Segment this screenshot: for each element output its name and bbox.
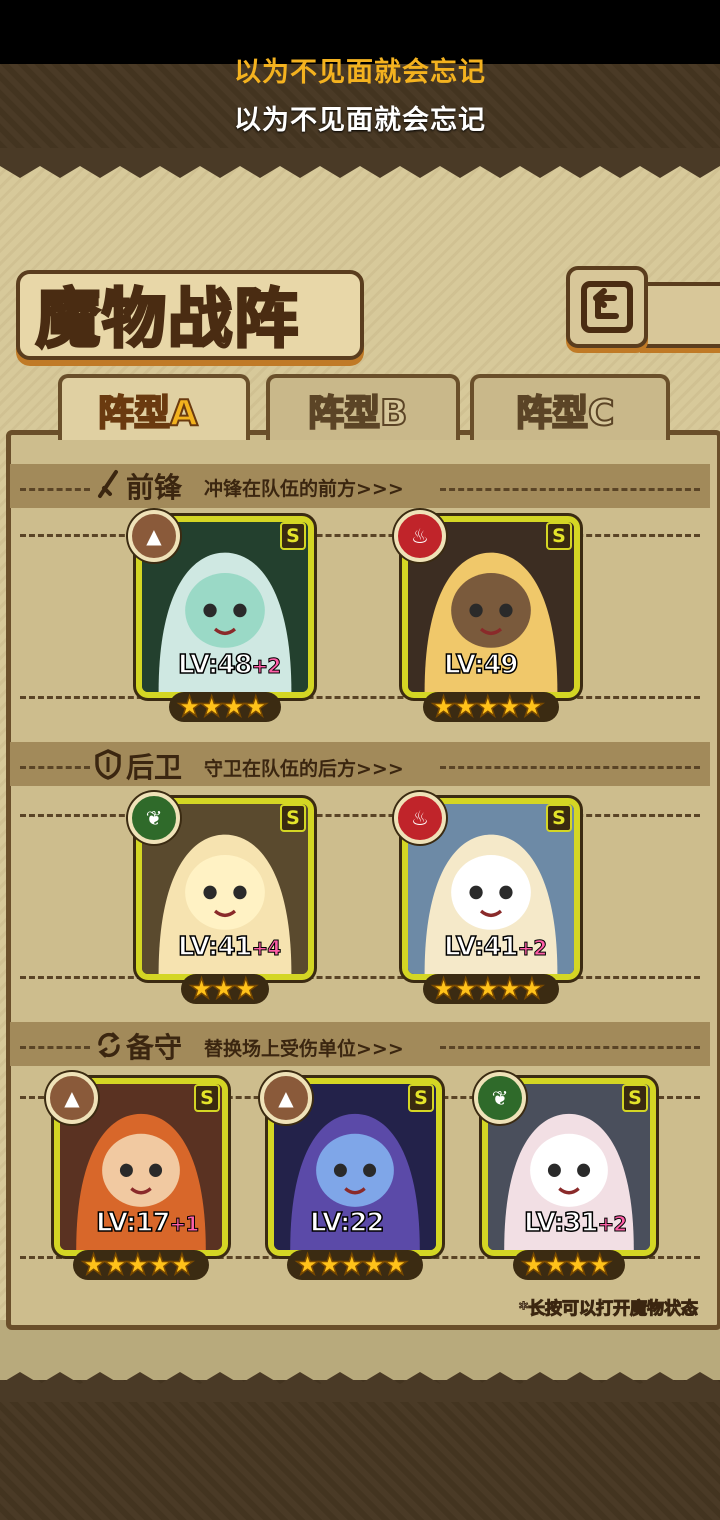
earth-element-icon: ▲ <box>128 510 180 562</box>
divider <box>20 1046 90 1049</box>
reserve-subtitle: 替换场上受伤单位>>> <box>204 1038 404 1060</box>
reserve-title: 备守 <box>126 1031 183 1064</box>
monster-level: LV:48+2 <box>177 649 282 681</box>
rarity-badge: S <box>280 804 306 832</box>
tab-c-label: 阵型C <box>515 392 615 435</box>
swap-icon <box>98 1032 120 1058</box>
level-text: LV:49 <box>443 649 519 681</box>
level-text: LV:22 <box>309 1207 385 1239</box>
shield-icon <box>95 749 121 780</box>
rear-subtitle: 守卫在队伍的后方>>> <box>204 758 404 780</box>
row-line <box>20 976 700 979</box>
monster-level: LV:31+2 <box>523 1207 628 1239</box>
star-rating: ★★★★★ <box>430 972 545 1005</box>
divider <box>440 488 700 491</box>
rarity-badge: S <box>280 522 306 550</box>
divider <box>20 488 90 491</box>
row-line <box>20 534 700 537</box>
tab-b-label: 阵型B <box>307 392 408 435</box>
earth-element-icon: ▲ <box>46 1072 98 1124</box>
divider <box>20 766 90 769</box>
level-text: LV:31 <box>523 1207 599 1239</box>
tab-a-label: 阵型A <box>97 392 199 435</box>
level-text: LV:41 <box>177 931 253 963</box>
divider <box>440 766 700 769</box>
top-zigzag-edge <box>0 148 720 178</box>
level-text: LV:17 <box>95 1207 171 1239</box>
sword-icon <box>98 470 118 498</box>
lyric-line-1: 以为不见面就会忘记 <box>234 57 486 88</box>
front-subtitle: 冲锋在队伍的前方>>> <box>204 478 404 500</box>
star-rating: ★★★★★ <box>80 1248 195 1281</box>
divider <box>440 1046 700 1049</box>
rarity-badge: S <box>408 1084 434 1112</box>
level-text: LV:41 <box>443 931 519 963</box>
nature-element-icon: ❦ <box>128 792 180 844</box>
rear-title: 后卫 <box>126 751 183 784</box>
level-bonus: +4 <box>251 936 282 961</box>
monster-level: LV:17+1 <box>95 1207 200 1239</box>
level-bonus: +2 <box>251 654 282 679</box>
earth-element-icon: ▲ <box>260 1072 312 1124</box>
monster-level: LV:41+4 <box>177 931 282 963</box>
back-button[interactable] <box>566 266 648 348</box>
rarity-badge: S <box>546 804 572 832</box>
front-title: 前锋 <box>126 471 183 504</box>
row-line <box>20 696 700 699</box>
lyric-line-2: 以为不见面就会忘记 <box>234 105 486 136</box>
fire-element-icon: ♨ <box>394 510 446 562</box>
star-rating: ★★★★ <box>520 1248 613 1281</box>
long-press-hint: *长按可以打开魔物状态 <box>519 1299 699 1320</box>
back-arrow-icon <box>581 281 633 333</box>
nature-element-icon: ❦ <box>474 1072 526 1124</box>
row-line <box>20 814 700 817</box>
rarity-badge: S <box>546 522 572 550</box>
rarity-badge: S <box>194 1084 220 1112</box>
monster-level: LV:22 <box>309 1207 385 1239</box>
bottom-zigzag-edge <box>0 1372 720 1402</box>
page-title: 魔物战阵 <box>35 282 300 359</box>
level-bonus: +1 <box>169 1212 200 1237</box>
monster-level: LV:41+2 <box>443 931 548 963</box>
star-rating: ★★★★ <box>176 690 269 723</box>
star-rating: ★★★ <box>188 972 259 1005</box>
back-button-tail <box>640 282 720 348</box>
star-rating: ★★★★★ <box>294 1248 409 1281</box>
rarity-badge: S <box>622 1084 648 1112</box>
fire-element-icon: ♨ <box>394 792 446 844</box>
star-rating: ★★★★★ <box>430 690 545 723</box>
level-text: LV:48 <box>177 649 253 681</box>
monster-level: LV:49 <box>443 649 519 681</box>
level-bonus: +2 <box>517 936 548 961</box>
level-bonus: +2 <box>597 1212 628 1237</box>
